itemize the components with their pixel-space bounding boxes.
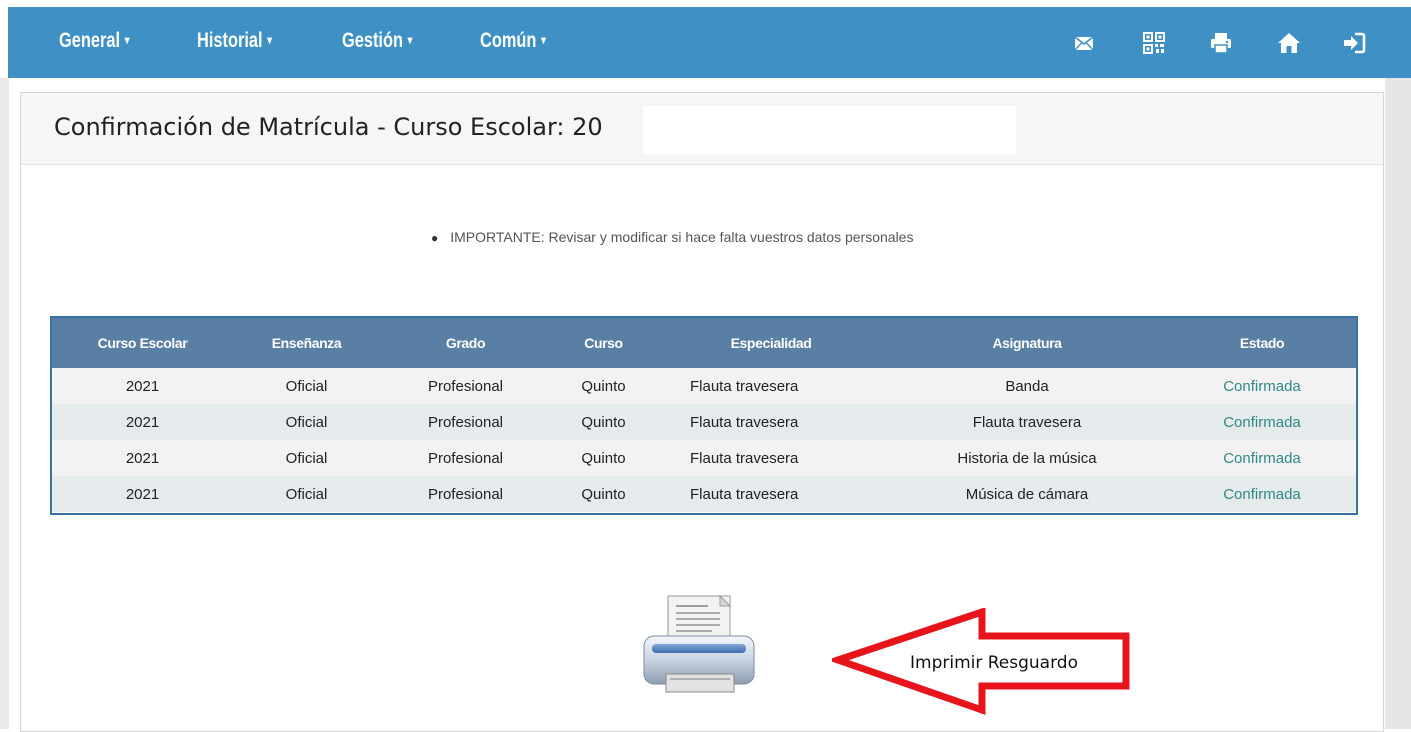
cell-grado: Profesional [427,485,504,503]
menu-historial[interactable]: Historial ▾ [197,29,272,53]
qr-code-icon[interactable] [1142,31,1166,55]
cell-estado: Confirmada [1223,485,1301,503]
printer-icon[interactable] [636,592,758,694]
logout-icon[interactable] [1342,31,1366,55]
cell-ensenanza: Oficial [285,449,328,467]
cell-asignatura: Historia de la música [957,449,1097,467]
panel-heading: Confirmación de Matrícula - Curso Escola… [21,93,1383,165]
chevron-down-icon: ▾ [124,33,130,47]
cell-ensenanza: Oficial [285,377,328,395]
cell-estado: Confirmada [1223,449,1301,467]
print-receipt-link[interactable]: Imprimir Resguardo [910,653,1078,673]
cell-curso-escolar: 2021 [125,485,160,503]
page-gutter-left [0,78,9,729]
redacted-area [643,106,1016,154]
page-title: Confirmación de Matrícula - Curso Escola… [54,113,603,141]
table-header-row: Curso Escolar Enseñanza Grado Curso Espe… [52,318,1356,368]
menu-gestion-label: Gestión [342,29,403,52]
cell-grado: Profesional [427,413,504,431]
column-header-ensenanza: Enseñanza [271,335,342,351]
chevron-down-icon: ▾ [407,33,413,47]
cell-especialidad: Flauta travesera [690,485,799,503]
table-row: 2021 Oficial Profesional Quinto Flauta t… [52,404,1356,440]
home-icon[interactable] [1277,31,1301,55]
cell-ensenanza: Oficial [285,413,328,431]
cell-estado: Confirmada [1223,413,1301,431]
table-row: 2021 Oficial Profesional Quinto Flauta t… [52,368,1356,404]
table-row: 2021 Oficial Profesional Quinto Flauta t… [52,440,1356,476]
print-icon[interactable] [1209,31,1233,55]
cell-curso-escolar: 2021 [125,449,160,467]
menu-comun[interactable]: Común ▾ [480,29,546,53]
cell-asignatura: Música de cámara [965,485,1089,503]
bullet-icon: ● [431,231,439,245]
cell-asignatura: Banda [1005,377,1049,395]
cell-curso-escolar: 2021 [125,413,160,431]
page-gutter-right [1385,78,1411,729]
notice-item: ● IMPORTANTE: Revisar y modificar si hace… [431,229,913,245]
table-row: 2021 Oficial Profesional Quinto Flauta t… [52,476,1356,512]
cell-curso: Quinto [581,413,626,431]
cell-curso-escolar: 2021 [125,377,160,395]
cell-asignatura: Flauta travesera [972,413,1082,431]
column-header-curso: Curso [584,335,623,351]
cell-estado: Confirmada [1223,377,1301,395]
column-header-especialidad: Especialidad [730,335,812,351]
menu-comun-label: Común [480,29,537,52]
cell-especialidad: Flauta travesera [690,377,799,395]
column-header-estado: Estado [1239,335,1285,351]
cell-ensenanza: Oficial [285,485,328,503]
menu-general-label: General [59,29,121,52]
column-header-asignatura: Asignatura [992,335,1062,351]
cell-curso: Quinto [581,449,626,467]
enrollment-table: Curso Escolar Enseñanza Grado Curso Espe… [50,316,1358,515]
top-navbar: General ▾ Historial ▾ Gestión ▾ Común ▾ [8,7,1411,78]
menu-gestion[interactable]: Gestión ▾ [342,29,412,53]
chevron-down-icon: ▾ [541,33,546,47]
cell-especialidad: Flauta travesera [690,449,799,467]
menu-historial-label: Historial [197,29,263,52]
column-header-curso-escolar: Curso Escolar [97,335,188,351]
cell-curso: Quinto [581,377,626,395]
cell-especialidad: Flauta travesera [690,413,799,431]
cell-grado: Profesional [427,449,504,467]
envelope-icon[interactable] [1072,31,1096,55]
cell-curso: Quinto [581,485,626,503]
chevron-down-icon: ▾ [267,33,272,47]
column-header-grado: Grado [445,335,486,351]
cell-grado: Profesional [427,377,504,395]
menu-general[interactable]: General ▾ [59,29,129,53]
notice-text: IMPORTANTE: Revisar y modificar si hace … [450,229,914,245]
